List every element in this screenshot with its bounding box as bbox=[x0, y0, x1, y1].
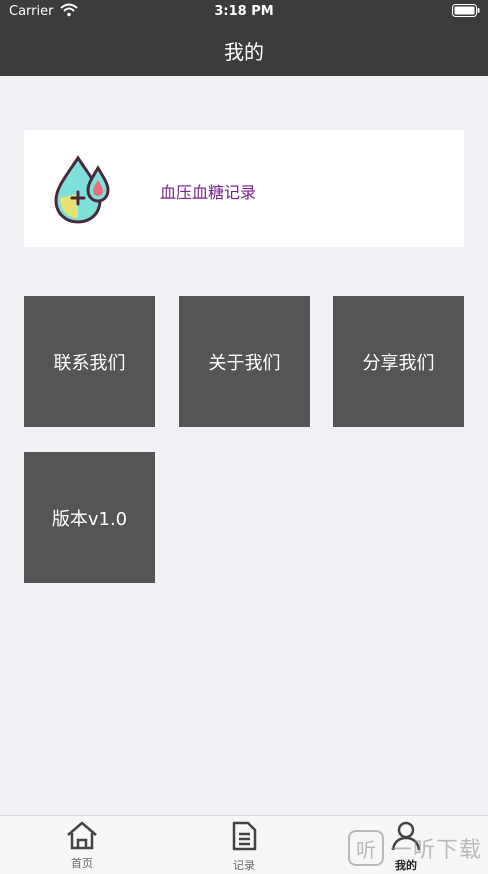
status-time: 3:18 PM bbox=[214, 4, 274, 19]
tab-home-label: 首页 bbox=[71, 857, 93, 870]
tab-records[interactable]: 记录 bbox=[204, 820, 284, 873]
contact-us-button[interactable]: 联系我们 bbox=[24, 296, 155, 427]
share-us-button[interactable]: 分享我们 bbox=[333, 296, 464, 427]
watermark-text: 一听下载 bbox=[389, 838, 482, 863]
top-bar: Carrier 3:18 PM 我的 bbox=[0, 0, 488, 76]
tab-records-label: 记录 bbox=[233, 859, 255, 872]
record-card[interactable]: 血压血糖记录 bbox=[24, 130, 464, 247]
watermark-logo-icon: 听 bbox=[347, 830, 384, 866]
tab-home[interactable]: 首页 bbox=[42, 820, 122, 871]
record-card-label: 血压血糖记录 bbox=[160, 183, 257, 202]
drop-medical-icon bbox=[52, 154, 116, 230]
status-bar: Carrier 3:18 PM bbox=[0, 0, 488, 24]
page-title: 我的 bbox=[224, 40, 264, 64]
version-button[interactable]: 版本v1.0 bbox=[24, 452, 155, 583]
document-icon bbox=[229, 821, 259, 856]
about-us-button[interactable]: 关于我们 bbox=[179, 296, 310, 427]
battery-icon bbox=[452, 4, 480, 21]
home-icon bbox=[65, 821, 99, 854]
watermark: 听 一听下载 bbox=[347, 828, 482, 868]
